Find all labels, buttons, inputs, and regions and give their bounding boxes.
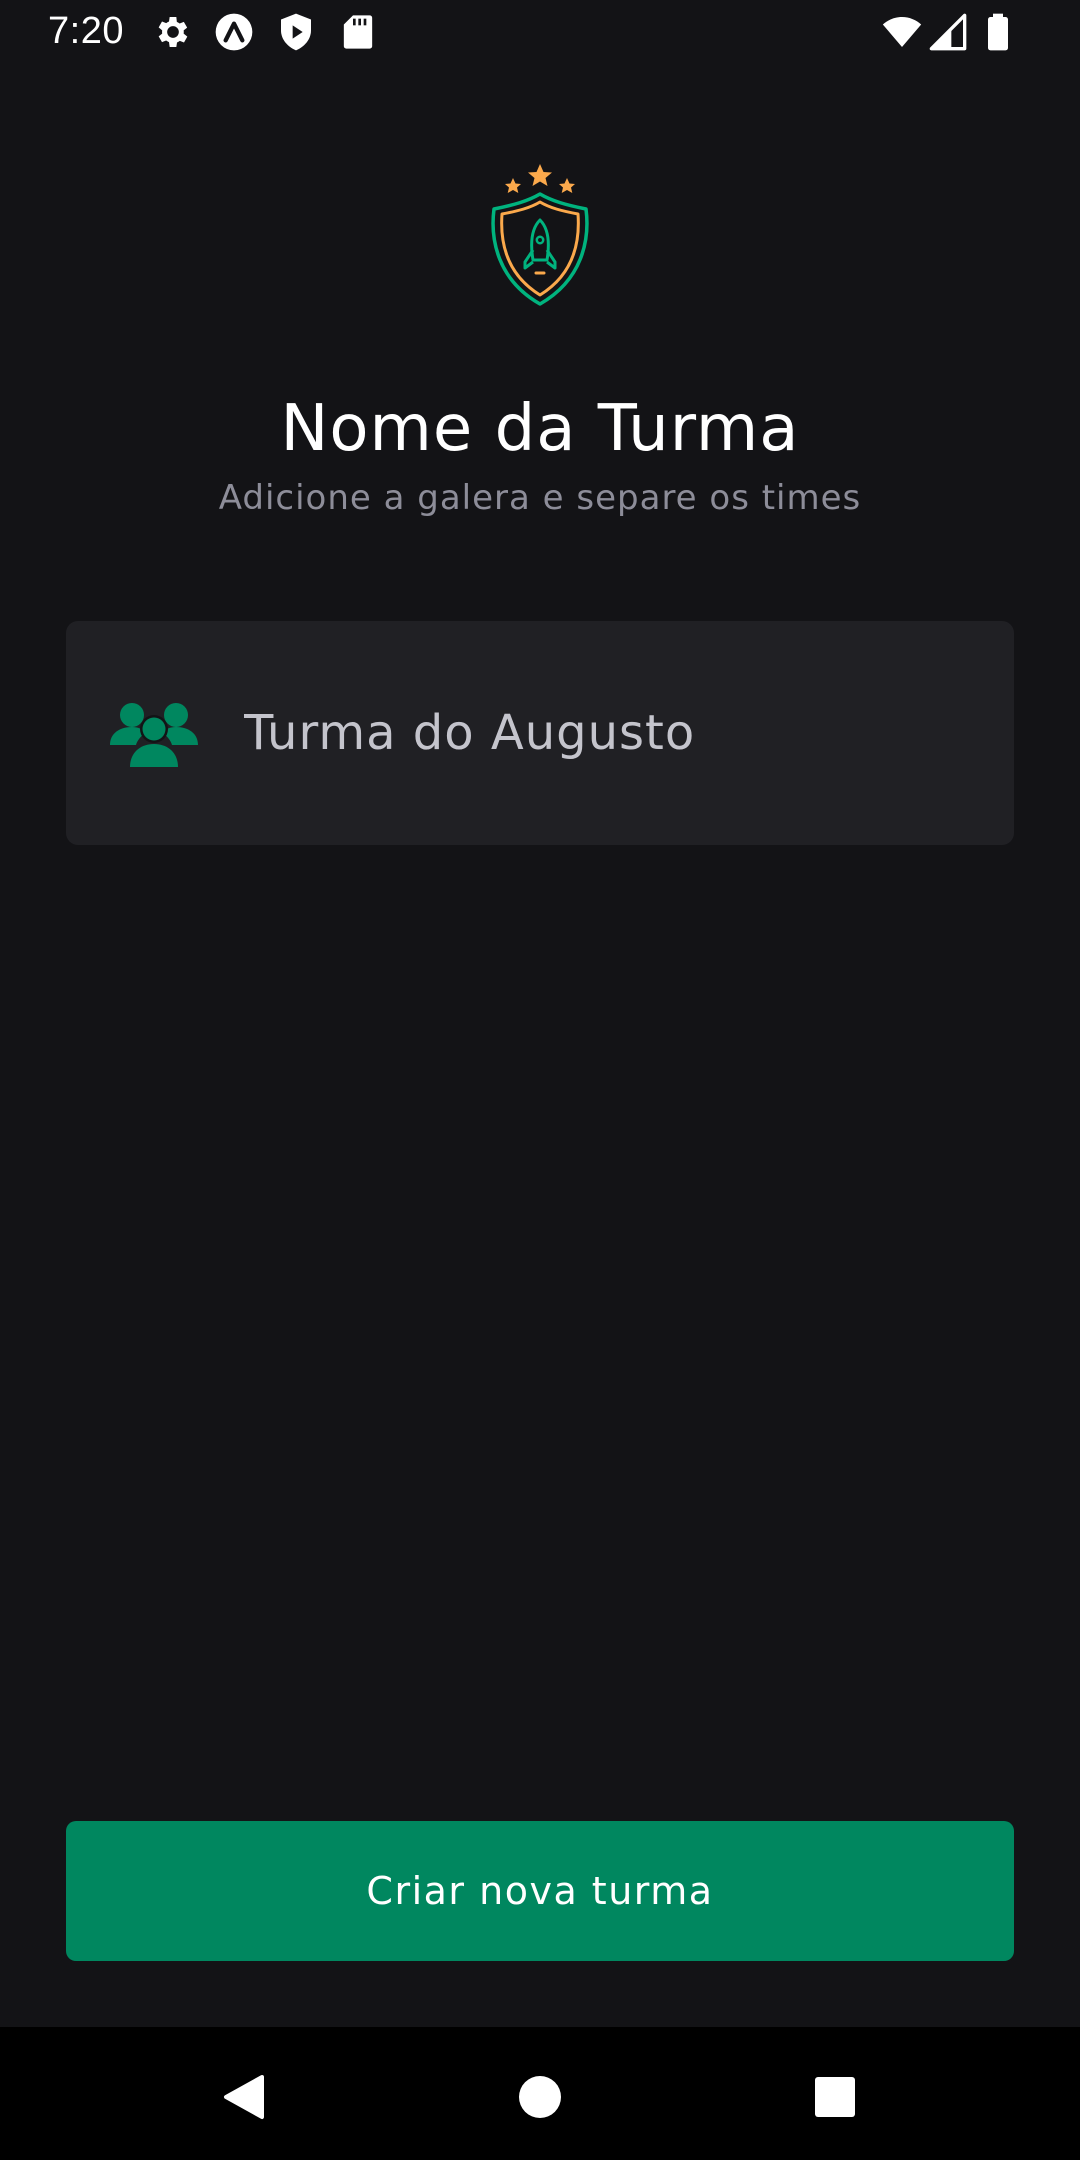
status-bar: 7:20 (0, 0, 1080, 66)
page-title: Nome da Turma (280, 392, 800, 466)
home-icon (519, 2076, 561, 2118)
users-icon (110, 703, 198, 767)
battery-icon (988, 13, 1008, 51)
expo-a-icon (215, 13, 253, 51)
rocket-shield-logo-icon (491, 164, 589, 306)
status-time: 7:20 (48, 10, 124, 52)
create-team-button[interactable]: Criar nova turma (66, 1821, 1014, 1961)
page-subtitle: Adicione a galera e separe os times (218, 478, 862, 518)
cellular-signal-icon (929, 13, 967, 51)
back-icon (224, 2075, 264, 2119)
gear-icon (158, 17, 188, 47)
home-button[interactable] (500, 2057, 580, 2137)
team-name-field[interactable] (66, 621, 1014, 845)
wifi-icon (882, 17, 922, 47)
recents-icon (815, 2077, 855, 2117)
recents-button[interactable] (795, 2057, 875, 2137)
system-nav-bar (0, 2027, 1080, 2160)
screen: 7:20 Nome da Turma Adicione a galera e s… (0, 0, 1080, 2160)
team-name-input[interactable] (242, 687, 976, 779)
sd-card-icon (343, 15, 373, 49)
back-button[interactable] (204, 2057, 284, 2137)
shield-play-icon (281, 13, 311, 51)
